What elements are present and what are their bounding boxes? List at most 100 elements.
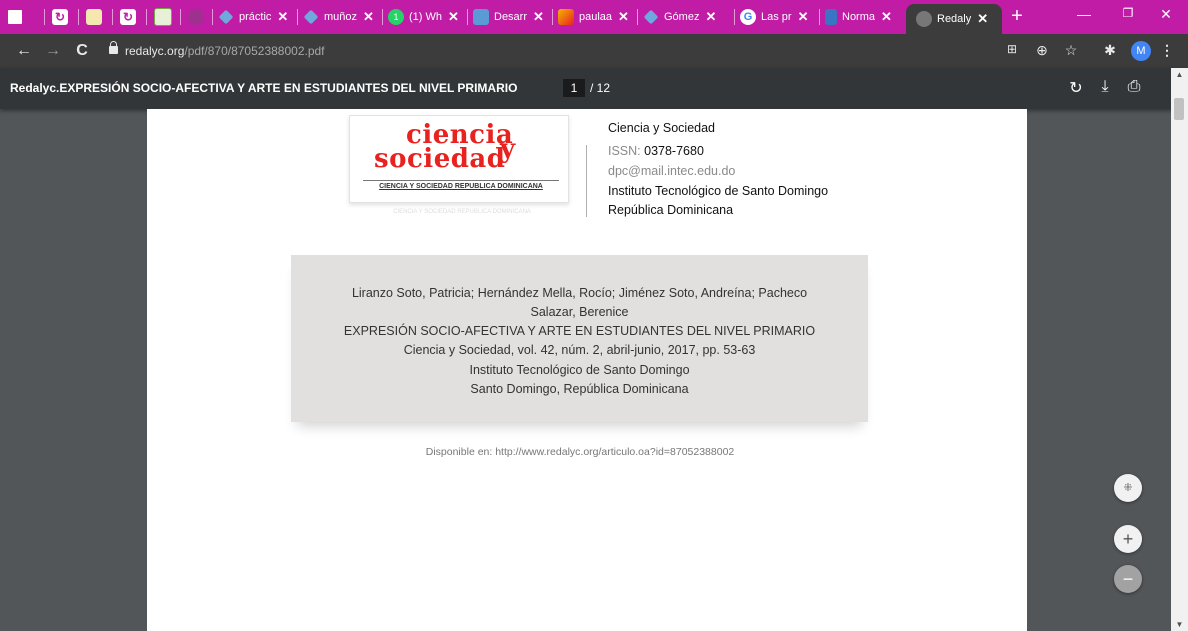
logo-reflection: CIENCIA Y SOCIEDAD REPUBLICA DOMINICANA: [393, 209, 531, 215]
pdf-title: Redalyc.EXPRESIÓN SOCIO-AFECTIVA Y ARTE …: [10, 81, 518, 95]
issn-label: ISSN:: [608, 144, 645, 158]
tab-label: Redaly: [937, 13, 972, 25]
fit-page-button[interactable]: ⁜: [1114, 474, 1142, 502]
tab-label: muñoz: [324, 11, 358, 23]
close-icon[interactable]: ✕: [881, 9, 892, 25]
journal-email[interactable]: dpc@mail.intec.edu.do: [608, 164, 735, 178]
pdf-toolbar: Redalyc.EXPRESIÓN SOCIO-AFECTIVA Y ARTE …: [0, 68, 1188, 109]
journal-logo: ciencia sociedad y CIENCIA Y SOCIEDAD RE…: [349, 115, 569, 203]
journal-issn: ISSN: 0378-7680: [608, 144, 704, 158]
tab-label: Desarr: [494, 11, 528, 23]
tab-pinned-3[interactable]: [86, 0, 107, 34]
forward-icon[interactable]: →: [44, 42, 62, 60]
tab-strip: ↻ ↻ práctic ✕ muñoz ✕ 1 (1) Wh ✕ Desarr …: [0, 0, 1188, 34]
address-bar[interactable]: redalyc.org/pdf/870/87052388002.pdf: [125, 44, 325, 58]
header-divider: [586, 145, 587, 217]
close-icon[interactable]: ✕: [448, 9, 459, 25]
citation-authors: Liranzo Soto, Patricia; Hernández Mella,…: [351, 286, 808, 300]
sync-icon: ↻: [120, 9, 136, 25]
tab-desarr[interactable]: Desarr ✕: [473, 0, 544, 34]
tab-label: paulaa: [579, 11, 613, 23]
translate-icon[interactable]: ⊞: [1003, 42, 1021, 56]
sync-icon: ↻: [52, 9, 68, 25]
pen-icon: [558, 9, 574, 25]
citation-authors-cont: Salazar, Berenice: [530, 305, 629, 319]
restore-icon[interactable]: ❐: [1118, 6, 1138, 20]
download-icon[interactable]: ⤓: [1095, 78, 1115, 96]
globe-icon: [916, 11, 932, 27]
scroll-up-icon[interactable]: ▲: [1171, 70, 1188, 79]
tab-pinned-1[interactable]: [8, 0, 27, 34]
rotate-icon[interactable]: ↻: [1066, 78, 1086, 98]
citation-source: Ciencia y Sociedad, vol. 42, núm. 2, abr…: [403, 343, 756, 357]
citation-institute: Instituto Tecnológico de Santo Domingo: [469, 363, 690, 377]
tab-paulaa[interactable]: paulaa ✕: [558, 0, 629, 34]
close-icon[interactable]: ✕: [618, 9, 629, 25]
scrollbar-thumb[interactable]: [1174, 98, 1184, 120]
doc-icon: [473, 9, 489, 25]
tab-label: (1) Wh: [409, 11, 442, 23]
image-icon: [154, 8, 172, 26]
tab-pinned-2[interactable]: ↻: [52, 0, 73, 34]
scrollbar[interactable]: [1171, 68, 1188, 631]
whatsapp-icon: 1: [388, 9, 404, 25]
journal-country: República Dominicana: [608, 203, 734, 217]
zoom-in-button[interactable]: +: [1114, 525, 1142, 553]
tab-practic[interactable]: práctic ✕: [218, 0, 288, 34]
profile-avatar[interactable]: M: [1131, 41, 1151, 61]
citation-title: EXPRESIÓN SOCIO-AFECTIVA Y ARTE EN ESTUD…: [343, 324, 816, 338]
app-icon: [8, 10, 22, 24]
tab-pinned-4[interactable]: ↻: [120, 0, 141, 34]
bookmark-star-icon[interactable]: ☆: [1062, 42, 1080, 59]
tab-pinned-5[interactable]: [154, 0, 177, 34]
zoom-out-button[interactable]: −: [1114, 565, 1142, 593]
tab-label: Las pr: [761, 11, 792, 23]
close-icon[interactable]: ✕: [798, 9, 809, 25]
logo-subtitle: CIENCIA Y SOCIEDAD REPUBLICA DOMINICANA: [379, 183, 543, 190]
journal-name: Ciencia y Sociedad: [608, 121, 716, 135]
tab-redalyc-active[interactable]: Redaly ✕: [906, 4, 1002, 34]
tab-label: práctic: [239, 11, 272, 23]
reload-icon[interactable]: C: [73, 42, 91, 60]
close-icon[interactable]: ✕: [363, 9, 374, 25]
journal-institute: Instituto Tecnológico de Santo Domingo: [608, 184, 829, 198]
back-icon[interactable]: ←: [15, 42, 33, 60]
tab-norma[interactable]: Norma ✕: [825, 0, 892, 34]
diamond-icon: [643, 9, 659, 25]
lock-icon: [109, 41, 118, 54]
menu-icon[interactable]: ⋮: [1158, 42, 1176, 59]
logo-word: y: [500, 134, 516, 164]
diamond-icon: [218, 9, 234, 25]
close-icon[interactable]: ✕: [977, 11, 988, 27]
globe-icon: [188, 9, 204, 25]
close-icon[interactable]: ✕: [277, 9, 288, 25]
tab-las-pr[interactable]: G Las pr ✕: [740, 0, 808, 34]
note-icon: [86, 9, 102, 25]
browser-toolbar: ← → C redalyc.org/pdf/870/87052388002.pd…: [0, 34, 1188, 68]
minimize-icon[interactable]: —: [1074, 6, 1094, 22]
page-total: / 12: [590, 81, 611, 95]
diamond-icon: [303, 9, 319, 25]
pdf-page: ciencia sociedad y CIENCIA Y SOCIEDAD RE…: [147, 109, 1027, 631]
available-link[interactable]: Disponible en: http://www.redalyc.org/ar…: [147, 446, 1013, 458]
print-icon[interactable]: ⎙: [1124, 78, 1144, 96]
zoom-icon[interactable]: ⊕: [1033, 42, 1051, 59]
page-number-input[interactable]: 1: [563, 79, 585, 97]
extensions-icon[interactable]: ✱: [1101, 42, 1119, 59]
citation-location: Santo Domingo, República Dominicana: [470, 382, 689, 396]
tab-whatsapp[interactable]: 1 (1) Wh ✕: [388, 0, 459, 34]
logo-word: sociedad: [374, 144, 506, 174]
citation-box: Liranzo Soto, Patricia; Hernández Mella,…: [291, 255, 868, 422]
tab-gomez[interactable]: Gómez ✕: [643, 0, 716, 34]
window-close-icon[interactable]: ✕: [1156, 6, 1176, 23]
tab-pinned-6[interactable]: [188, 0, 209, 34]
close-icon[interactable]: ✕: [705, 9, 716, 25]
doc-icon: [825, 9, 837, 25]
logo-divider: [363, 180, 559, 181]
tab-label: Norma: [842, 11, 876, 23]
close-icon[interactable]: ✕: [533, 9, 544, 25]
scroll-down-icon[interactable]: ▼: [1171, 620, 1188, 629]
url-domain: redalyc.org: [125, 44, 185, 58]
new-tab-button[interactable]: +: [1006, 5, 1028, 27]
tab-munoz[interactable]: muñoz ✕: [303, 0, 374, 34]
